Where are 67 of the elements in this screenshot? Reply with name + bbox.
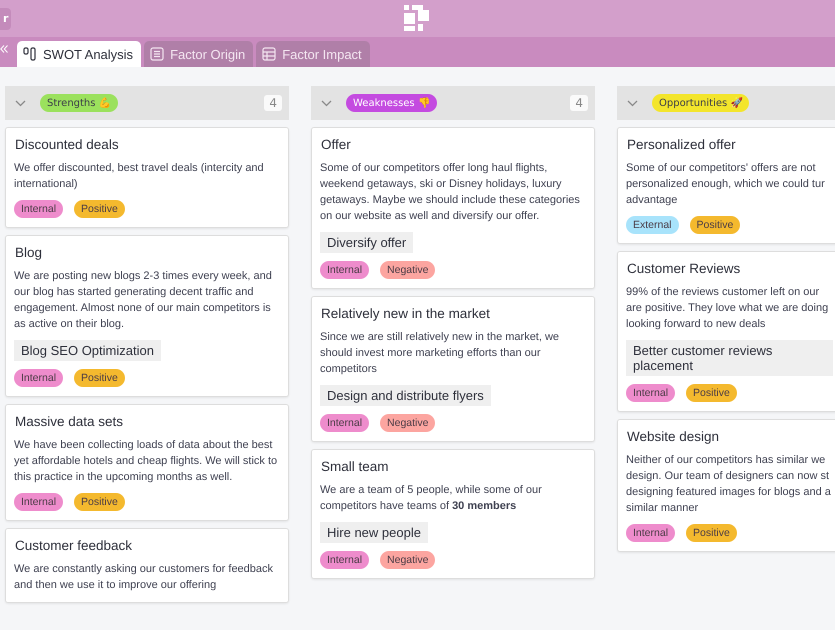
list-icon xyxy=(150,47,164,61)
card-description: 99% of the reviews customer left on our are positive. They love what we are doing looking forward to new deals xyxy=(626,285,830,332)
tag: Internal xyxy=(14,200,64,218)
card-count: 4 xyxy=(264,95,282,111)
card-description: Neither of our competitors has similar we design. Our team of designers can now st designing featured images for blogs and a similar manner xyxy=(626,453,832,516)
tag: Internal xyxy=(320,551,370,569)
tag: Internal xyxy=(14,369,64,387)
card-title: Discounted deals xyxy=(14,137,120,152)
factor-card[interactable]: Customer Reviews 99% of the reviews customer left on our are positive. They love what we are doing looking forward to new deals Better customer reviews placement Internal Positive xyxy=(617,251,835,412)
card-description: Some of our competitors' offers are not personalized enough, which we could tur advantage xyxy=(626,161,826,208)
action-chip: Better customer reviews placement xyxy=(626,340,833,376)
card-description: We are posting new blogs 2-3 times every week, and our blog has started generating decent traffic and engagement. Almost none of our main competitors is as active on their blog. xyxy=(14,269,273,332)
column-label: Strengths 💪 xyxy=(40,94,118,112)
card-description: We offer discounted, best travel deals (intercity and international) xyxy=(14,161,265,192)
factor-card[interactable]: Massive data sets We have been collecting loads of data about the best yet affordable hotels and cheap flights. We will stick to this practice in the upcoming months as well. Internal Positive xyxy=(5,404,289,521)
tag: Internal xyxy=(626,524,676,542)
tag: Internal xyxy=(320,261,370,279)
collapse-icon[interactable] xyxy=(0,45,8,53)
card-title: Personalized offer xyxy=(626,137,737,152)
view-tab[interactable]: SWOT Analysis xyxy=(17,41,142,67)
tag: Positive xyxy=(686,384,737,402)
action-chip: Design and distribute flyers xyxy=(320,385,491,406)
tag: Positive xyxy=(74,369,125,387)
card-title: Small team xyxy=(320,459,390,474)
card-description: We are a team of 5 people, while some of our competitors have teams of 30 members xyxy=(320,483,543,514)
factor-card[interactable] xyxy=(5,235,289,397)
card-title: Customer feedback xyxy=(14,538,134,553)
tag: Internal xyxy=(626,384,676,402)
chevron-down-icon[interactable] xyxy=(321,100,332,106)
action-chip: Diversify offer xyxy=(320,232,414,253)
card-description: Some of our competitors offer long haul flights, weekend getaways, ski or Disney holidays, luxury getaways. Maybe we should include these categories on our website as well and diversify our offer. xyxy=(320,161,581,224)
chevron-down-icon[interactable] xyxy=(15,100,26,106)
logo-icon xyxy=(404,5,430,31)
factor-card[interactable]: Small team We are a team of 5 people, while some of our competitors have teams of 30 members Hire new people Internal Negative xyxy=(311,449,595,579)
tag: Negative xyxy=(380,414,436,432)
action-chip: Hire new people xyxy=(320,522,428,543)
card-count: 4 xyxy=(570,95,588,111)
card-description: We have been collecting loads of data about the best yet affordable hotels and cheap flights. We will stick to this practice in the upcoming months as well. xyxy=(14,438,278,485)
tag: Negative xyxy=(380,261,436,279)
card-title: Customer Reviews xyxy=(626,261,742,276)
factor-card[interactable]: Discounted deals We offer discounted, best travel deals (intercity and international) Internal Positive xyxy=(5,127,289,228)
table-icon xyxy=(262,47,276,61)
factor-card[interactable] xyxy=(311,127,595,289)
kanban-icon xyxy=(23,47,37,61)
factor-card[interactable]: Customer feedback We are constantly asking our customers for feedback and then we use it to improve our offering xyxy=(5,528,289,603)
factor-card[interactable]: Personalized offer Some of our competitors' offers are not personalized enough, which we could tur advantage External Positive xyxy=(617,127,835,244)
tag: External xyxy=(626,216,679,234)
tag: Positive xyxy=(74,493,125,511)
card-title: Offer xyxy=(320,137,352,152)
card-title: Massive data sets xyxy=(14,414,124,429)
card-description: We are constantly asking our customers for feedback and then we use it to improve our offering xyxy=(14,562,274,593)
action-chip: Blog SEO Optimization xyxy=(14,340,161,361)
card-title: Relatively new in the market xyxy=(320,306,491,321)
tag: Internal xyxy=(14,493,64,511)
card-title: Website design xyxy=(626,429,720,444)
tag: Positive xyxy=(686,524,737,542)
factor-card[interactable]: Website design Neither of our competitors has similar we design. Our team of designers can now st designing featured images for blogs and a similar manner Internal Positive xyxy=(617,419,835,552)
column-label: Weaknesses 👎 xyxy=(346,94,437,112)
card-description: Since we are still relatively new in the market, we should invest more marketing efforts than our competitors xyxy=(320,330,560,377)
tag: Internal xyxy=(320,414,370,432)
tag: Positive xyxy=(74,200,125,218)
tag: Positive xyxy=(690,216,740,234)
card-title: Blog xyxy=(14,245,44,260)
column-label: Opportunities 🚀 xyxy=(652,94,750,112)
factor-card[interactable]: Relatively new in the market Since we are still relatively new in the market, we should invest more marketing efforts than our competitors Design and distribute flyers Internal Negative xyxy=(311,296,595,442)
tag: Negative xyxy=(380,551,436,569)
chevron-down-icon[interactable] xyxy=(627,100,638,106)
